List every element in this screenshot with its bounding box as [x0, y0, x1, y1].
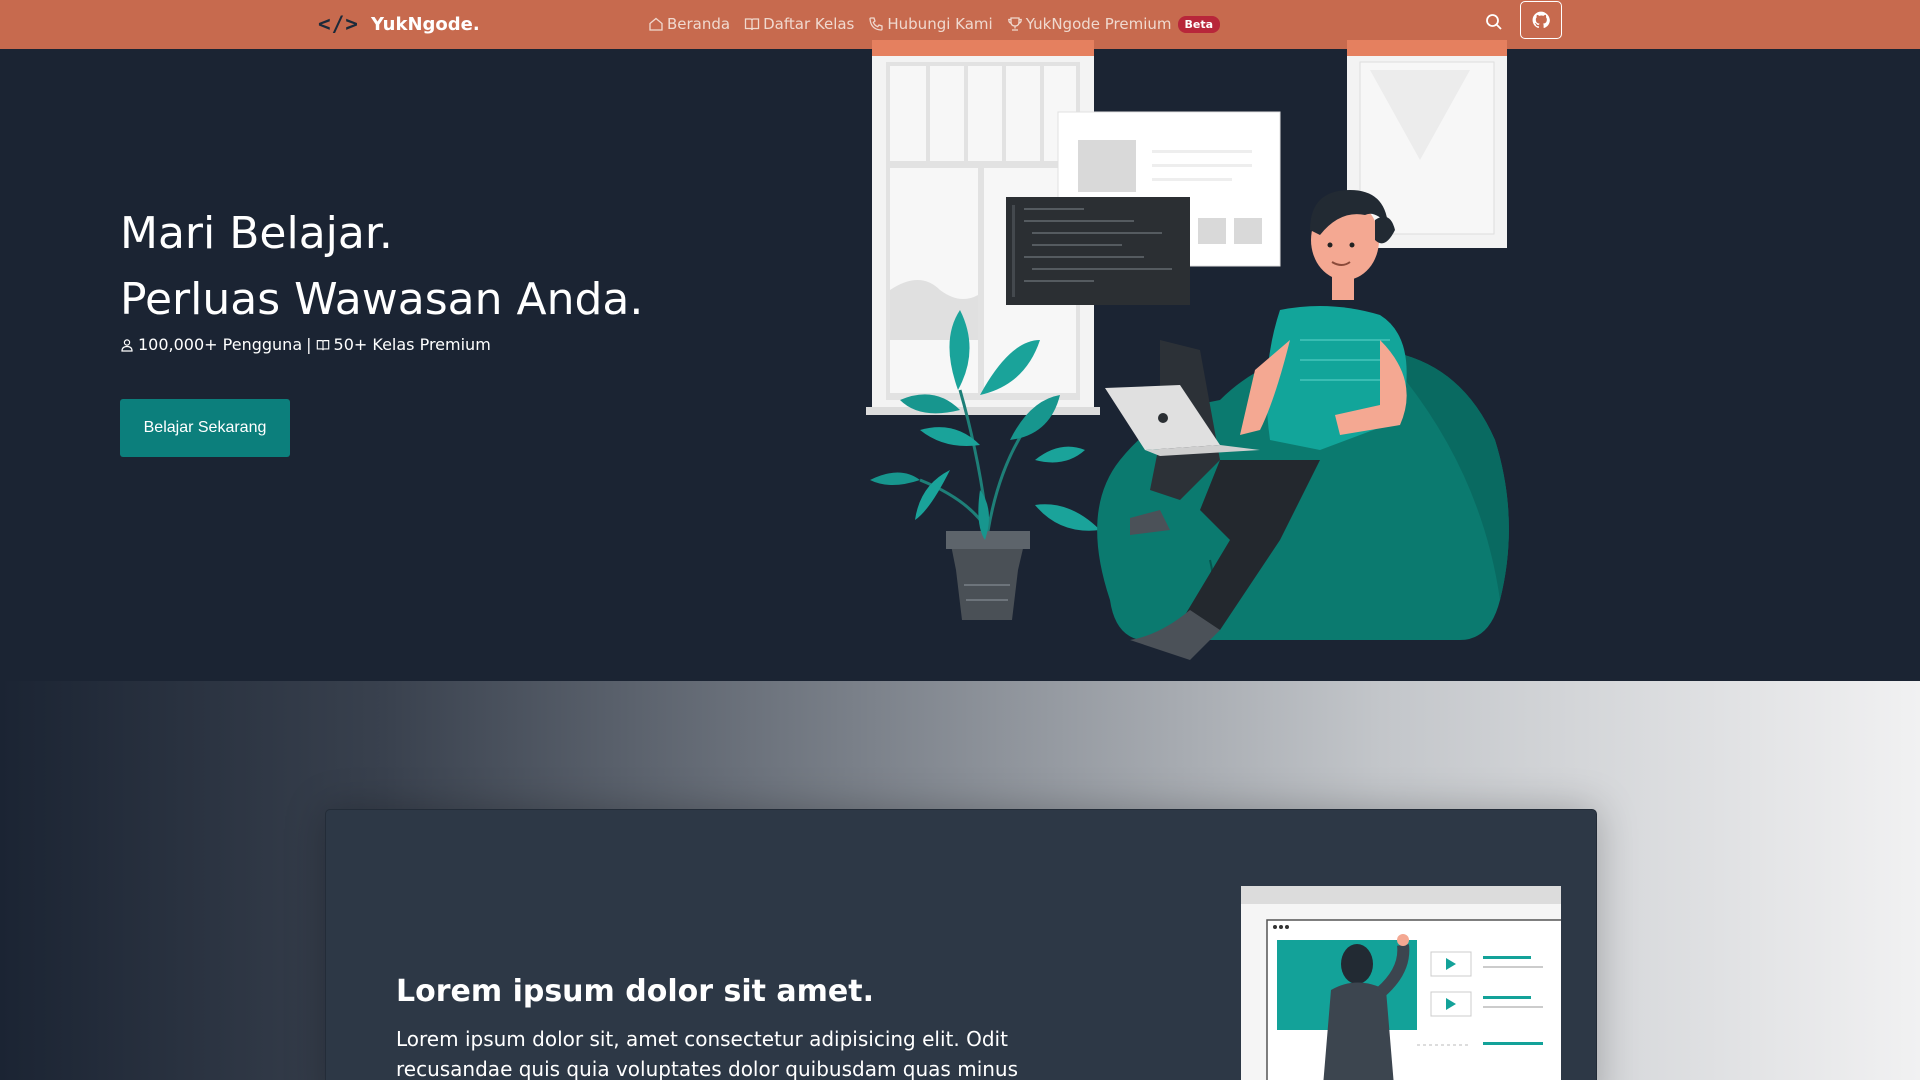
hero-stats: 100,000+ Pengguna | 50+ Kelas Premium [120, 335, 491, 354]
feature-title: Lorem ipsum dolor sit amet. [396, 974, 874, 1009]
phone-icon [869, 17, 884, 31]
nav-item-hubungi-kami[interactable]: Hubungi Kami [868, 15, 993, 33]
feature-body: Lorem ipsum dolor sit, amet consectetur … [396, 1027, 1019, 1080]
nav-links: Beranda Daftar Kelas Hubungi Kami YukNgo… [648, 9, 1234, 39]
feature-illustration [1181, 870, 1561, 1080]
brand-name: YukNgode. [370, 13, 480, 35]
feature-card: Lorem ipsum dolor sit amet. Lorem ipsum … [325, 809, 1597, 1080]
nav-label: Beranda [667, 15, 731, 33]
github-button[interactable] [1520, 1, 1562, 39]
hero-illustration [866, 40, 1509, 660]
window-top [872, 40, 1094, 56]
feature-section: Lorem ipsum dolor sit amet. Lorem ipsum … [0, 681, 1920, 1080]
hero-title-line1: Mari Belajar. [120, 208, 393, 259]
trophy-icon [1007, 17, 1022, 31]
book-icon [744, 18, 760, 31]
search-button[interactable] [1482, 10, 1506, 34]
beta-badge: Beta [1177, 15, 1221, 33]
hero-title-line2: Perluas Wawasan Anda. [120, 274, 644, 325]
nav-item-daftar-kelas[interactable]: Daftar Kelas [744, 15, 854, 33]
stat-separator: | [306, 335, 312, 354]
hero-title: Mari Belajar. Perluas Wawasan Anda. [120, 201, 643, 333]
book-icon [316, 339, 329, 350]
hero-section: Mari Belajar. Perluas Wawasan Anda. 100,… [0, 40, 1920, 681]
code-icon: </> [318, 12, 359, 36]
stat-users: 100,000+ Pengguna [138, 335, 303, 354]
nav-label: Daftar Kelas [763, 15, 855, 33]
nav-item-beranda[interactable]: Beranda [648, 15, 730, 33]
search-icon [1486, 14, 1502, 30]
nav-label: YukNgode Premium [1025, 15, 1172, 33]
github-icon [1532, 11, 1550, 29]
user-icon [121, 338, 133, 352]
belajar-sekarang-button[interactable]: Belajar Sekarang [120, 399, 290, 457]
nav-label: Hubungi Kami [887, 15, 993, 33]
home-icon [649, 17, 663, 31]
stat-classes: 50+ Kelas Premium [333, 335, 491, 354]
nav-item-premium[interactable]: YukNgode Premium Beta [1007, 15, 1221, 33]
brand-logo[interactable]: </> YukNgode. [318, 8, 480, 40]
